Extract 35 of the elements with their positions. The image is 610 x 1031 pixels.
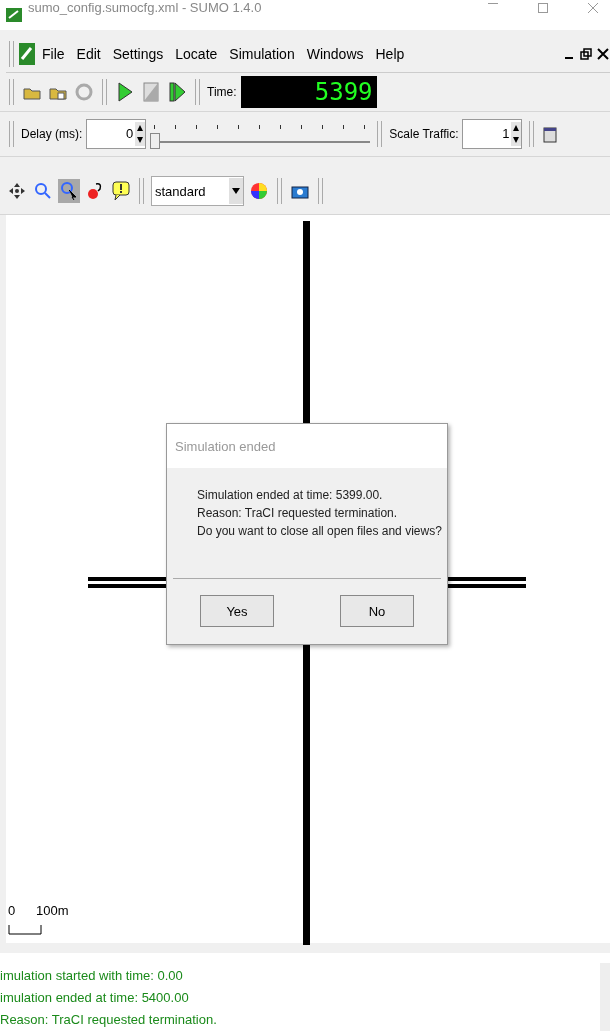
window-title: sumo_config.sumocfg.xml - SUMO 1.4.0: [28, 0, 262, 16]
time-label: Time:: [207, 84, 237, 99]
menu-item[interactable]: Edit: [71, 45, 106, 62]
dialog-message: Reason: TraCI requested termination.: [197, 506, 399, 521]
menu-item[interactable]: Simulation: [224, 45, 300, 62]
menu-item[interactable]: File: [37, 45, 70, 62]
delay-label: Delay (ms):: [21, 126, 83, 141]
dialog-title: Simulation ended: [175, 438, 276, 454]
dialog-message: Simulation ended at time: 5399.00.: [197, 488, 384, 503]
spin-arrows-icon[interactable]: [511, 121, 522, 146]
menu-item[interactable]: Locate: [170, 45, 223, 62]
time-display: 5399: [240, 75, 377, 108]
dialog-button[interactable]: Yes: [200, 595, 274, 628]
menu-item[interactable]: Settings: [107, 45, 169, 62]
scale-label: 100m: [36, 903, 69, 919]
dialog-message: Do you want to close all open files and views?: [197, 524, 442, 539]
scale-traffic-label: Scale Traffic:: [389, 126, 459, 141]
scheme-dropdown[interactable]: standard: [151, 176, 244, 207]
scale-zero-label: 0: [8, 903, 16, 919]
log-line: imulation started with time: 0.00: [0, 967, 184, 985]
dialog-button[interactable]: No: [340, 595, 414, 628]
locate-cursor-icon[interactable]: [58, 179, 80, 204]
app-icon: [19, 42, 35, 65]
scale-traffic-spinner[interactable]: 1: [462, 118, 523, 149]
restore-icon[interactable]: [579, 45, 593, 62]
menu-item[interactable]: Help: [370, 45, 410, 62]
close-icon[interactable]: [596, 45, 610, 62]
delay-spinner[interactable]: 0: [86, 118, 147, 149]
menu-item[interactable]: Windows: [301, 45, 369, 62]
maximize-icon[interactable]: [538, 2, 548, 13]
log-line: imulation ended at time: 5400.00: [0, 989, 190, 1007]
spin-arrows-icon[interactable]: [135, 121, 146, 146]
app-icon: [6, 7, 22, 22]
scale-bar-icon: [8, 925, 42, 936]
log-line: Reason: TraCI requested termination.: [0, 1011, 218, 1029]
